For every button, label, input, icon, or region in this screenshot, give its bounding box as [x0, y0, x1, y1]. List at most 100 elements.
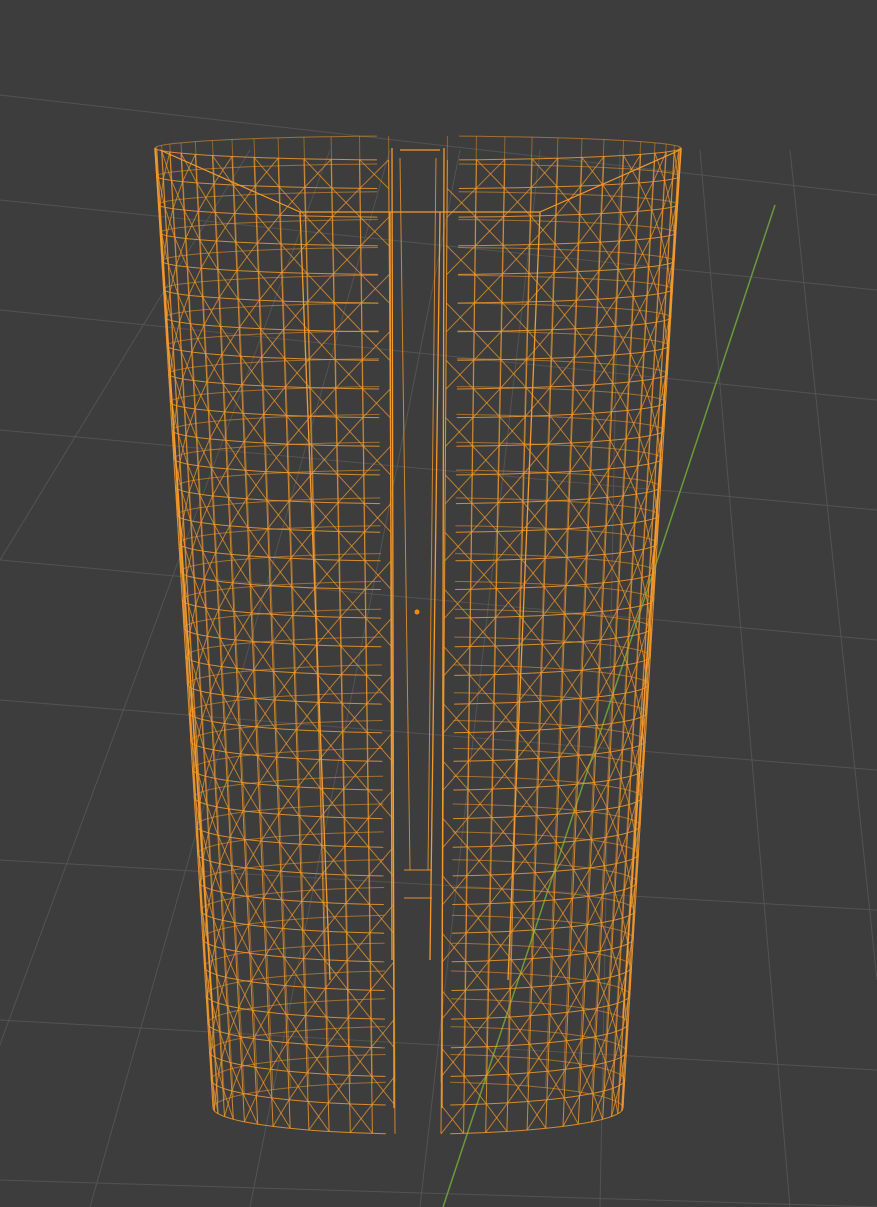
- mesh-edge: [512, 387, 531, 389]
- mesh-edge: [491, 559, 510, 561]
- mesh-edge: [468, 903, 486, 905]
- mesh-edge: [510, 501, 529, 503]
- mesh-edge: [525, 554, 543, 557]
- mesh-edge: [467, 1017, 484, 1020]
- mesh-edge: [154, 146, 157, 149]
- mesh-edge: [515, 301, 534, 303]
- mesh-edge: [284, 300, 303, 303]
- mesh-edge: [533, 276, 552, 278]
- mesh-edge: [303, 329, 322, 332]
- mesh-edge: [353, 1026, 370, 1029]
- mesh-edge: [353, 1075, 370, 1077]
- mesh-edge: [217, 139, 233, 141]
- mesh-edge: [329, 702, 347, 704]
- mesh-edge: [602, 167, 617, 169]
- mesh-edge: [205, 139, 219, 142]
- mesh-edge: [468, 859, 486, 861]
- mesh-edge: [489, 673, 507, 676]
- mesh-edge: [323, 416, 342, 418]
- mesh-edge: [308, 530, 326, 532]
- mesh-edge: [490, 581, 509, 584]
- mesh-edge: [295, 610, 312, 613]
- mesh-edge: [250, 221, 267, 224]
- mesh-edge: [500, 959, 516, 961]
- mesh-edge: [524, 610, 541, 613]
- mesh-edge: [336, 971, 353, 974]
- mesh-edge: [234, 194, 250, 196]
- mesh-edge: [470, 817, 488, 819]
- mesh-edge: [253, 305, 270, 307]
- mesh-edge: [487, 748, 505, 751]
- mesh-edge: [569, 221, 586, 224]
- mesh-edge: [292, 529, 309, 531]
- mesh-edge: [525, 586, 543, 589]
- mesh-edge: [332, 845, 350, 847]
- mesh-edge: [335, 959, 352, 962]
- mesh-edge: [486, 804, 504, 806]
- mesh-edge: [531, 357, 550, 360]
- mesh-edge: [508, 587, 526, 589]
- mesh-edge: [583, 278, 598, 280]
- mesh-edge: [483, 988, 500, 991]
- mesh-edge: [354, 1082, 371, 1084]
- mesh-edge: [585, 241, 601, 244]
- mesh-edge: [490, 609, 508, 611]
- mesh-edge: [336, 943, 353, 946]
- mesh-edge: [351, 960, 368, 962]
- mesh-edge: [314, 693, 331, 696]
- mesh-edge: [467, 1046, 483, 1048]
- 3d-viewport[interactable]: [0, 0, 877, 1207]
- mesh-edge: [484, 887, 502, 890]
- mesh-edge: [505, 730, 522, 732]
- mesh-edge: [488, 759, 505, 762]
- mesh-edge: [523, 672, 540, 674]
- mesh-edge: [238, 278, 253, 280]
- mesh-edge: [331, 759, 348, 762]
- mesh-edge: [352, 1017, 369, 1020]
- viewport-canvas[interactable]: [0, 0, 877, 1207]
- mesh-edge: [621, 1107, 624, 1111]
- mesh-edge: [603, 155, 619, 157]
- mesh-edge: [302, 301, 321, 303]
- mesh-edge: [482, 1074, 498, 1076]
- mesh-edge: [333, 874, 350, 876]
- mesh-edge: [514, 303, 533, 305]
- mesh-edge: [532, 304, 551, 306]
- mesh-edge: [499, 987, 515, 990]
- mesh-edge: [319, 930, 336, 933]
- mesh-edge: [334, 887, 352, 890]
- mesh-edge: [334, 931, 352, 933]
- mesh-edge: [284, 276, 303, 278]
- mesh-edge: [602, 183, 617, 186]
- mesh-edge: [527, 499, 544, 501]
- mesh-edge: [506, 637, 524, 640]
- mesh-edge: [294, 582, 312, 585]
- mesh-edge: [349, 874, 367, 877]
- mesh-edge: [327, 587, 345, 590]
- mesh-edge: [249, 193, 266, 196]
- mesh-edge: [354, 1054, 370, 1056]
- mesh-edge: [526, 527, 543, 529]
- mesh-edge: [328, 645, 346, 647]
- mesh-edge: [327, 553, 345, 556]
- mesh-edge: [330, 693, 348, 695]
- mesh-edge: [217, 155, 233, 157]
- mesh-edge: [282, 214, 301, 217]
- mesh-edge: [351, 989, 369, 991]
- mesh-edge: [283, 220, 301, 222]
- mesh-edge: [588, 138, 605, 140]
- mesh-edge: [467, 943, 485, 945]
- mesh-edge: [293, 557, 310, 560]
- mesh-edge: [465, 1132, 482, 1134]
- mesh-edge: [327, 581, 346, 584]
- mesh-edge: [337, 1045, 354, 1048]
- mesh-edge: [488, 693, 506, 695]
- mesh-edge: [336, 1017, 353, 1019]
- mesh-edge: [323, 444, 343, 447]
- mesh-edge: [339, 1082, 355, 1085]
- mesh-edge: [236, 270, 252, 272]
- mesh-edge: [352, 970, 369, 973]
- mesh-edge: [481, 1082, 497, 1085]
- mesh-edge: [509, 558, 527, 561]
- origin-dot-icon[interactable]: [414, 609, 420, 615]
